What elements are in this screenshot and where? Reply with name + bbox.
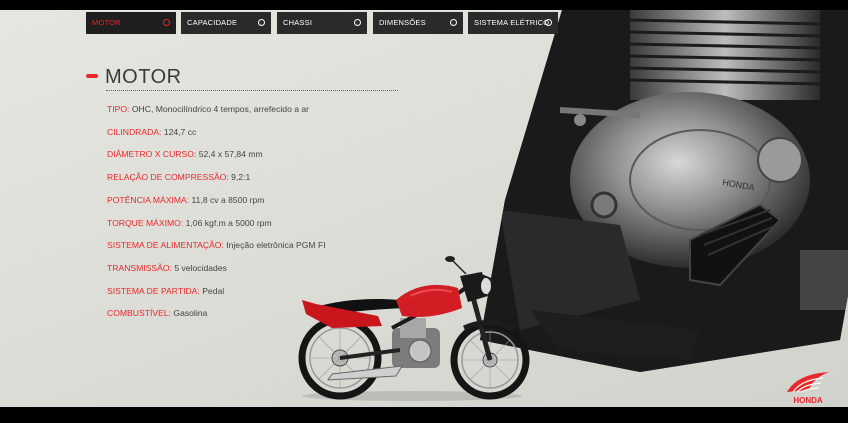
spec-label: TIPO:	[107, 104, 130, 114]
honda-logo: HONDA	[787, 372, 829, 405]
spec-row-diametro-curso: DIÂMETRO X CURSO: 52,4 x 57,84 mm	[107, 149, 263, 159]
spec-value: OHC, Monocilíndrico 4 tempos, arrefecido…	[131, 104, 310, 114]
spec-row-partida: SISTEMA DE PARTIDA: Pedal	[107, 286, 224, 296]
spec-label: POTÊNCIA MÁXIMA:	[107, 195, 190, 205]
tab-label: CHASSI	[283, 18, 313, 27]
radio-dot-icon	[354, 19, 361, 26]
spec-value: 9,2:1	[231, 172, 251, 182]
radio-dot-icon	[450, 19, 457, 26]
spec-value: 11,8 cv a 8500 rpm	[191, 195, 265, 205]
page: HONDA MOTOR CAPACIDADE CHASSI DIMENSÕES …	[0, 0, 848, 423]
spec-label: SISTEMA DE PARTIDA:	[107, 286, 200, 296]
spec-row-combustivel: COMBUSTÍVEL: Gasolina	[107, 308, 207, 318]
motorcycle-image	[298, 256, 530, 401]
spec-label: TRANSMISSÃO:	[107, 263, 172, 273]
spec-label: RELAÇÃO DE COMPRESSÃO:	[107, 172, 229, 182]
tab-label: MOTOR	[92, 18, 121, 27]
spec-label: CILINDRADA:	[107, 127, 162, 137]
tab-chassi[interactable]: CHASSI	[277, 12, 367, 34]
title-divider	[106, 90, 398, 91]
spec-label: DIÂMETRO X CURSO:	[107, 149, 197, 159]
spec-row-torque: TORQUE MÁXIMO: 1,06 kgf.m a 5000 rpm	[107, 218, 272, 228]
spec-value: Gasolina	[173, 308, 208, 318]
spec-value: Injeção eletrônica PGM FI	[226, 240, 326, 250]
section-accent-dash	[86, 74, 98, 78]
spec-row-cilindrada: CILINDRADA: 124,7 cc	[107, 127, 196, 137]
tab-label: DIMENSÕES	[379, 18, 426, 27]
tab-motor[interactable]: MOTOR	[86, 12, 176, 34]
spec-value: 1,06 kgf.m a 5000 rpm	[185, 218, 272, 228]
spec-value: Pedal	[202, 286, 225, 296]
spec-row-alimentacao: SISTEMA DE ALIMENTAÇÃO: Injeção eletrôni…	[107, 240, 326, 250]
spec-value: 5 velocidades	[174, 263, 227, 273]
logo-wordmark: HONDA	[793, 396, 823, 405]
tab-label: CAPACIDADE	[187, 18, 238, 27]
spec-label: COMBUSTÍVEL:	[107, 308, 171, 318]
spec-value: 124,7 cc	[163, 127, 197, 137]
tab-sistema-eletrico[interactable]: SISTEMA ELÉTRICO	[468, 12, 558, 34]
spec-label: SISTEMA DE ALIMENTAÇÃO:	[107, 240, 224, 250]
radio-dot-icon	[258, 19, 265, 26]
spec-row-tipo: TIPO: OHC, Monocilíndrico 4 tempos, arre…	[107, 104, 309, 114]
spec-row-compressao: RELAÇÃO DE COMPRESSÃO: 9,2:1	[107, 172, 250, 182]
content-panel: HONDA MOTOR CAPACIDADE CHASSI DIMENSÕES …	[0, 10, 848, 407]
tab-capacidade[interactable]: CAPACIDADE	[181, 12, 271, 34]
spec-label: TORQUE MÁXIMO:	[107, 218, 184, 228]
spec-row-transmissao: TRANSMISSÃO: 5 velocidades	[107, 263, 227, 273]
radio-dot-icon	[545, 19, 552, 26]
radio-dot-icon	[163, 19, 170, 26]
cylinder-fins	[629, 10, 821, 100]
tab-dimensoes[interactable]: DIMENSÕES	[373, 12, 463, 34]
spec-row-potencia: POTÊNCIA MÁXIMA: 11,8 cv a 8500 rpm	[107, 195, 264, 205]
section-title: MOTOR	[105, 66, 182, 88]
spec-value: 52,4 x 57,84 mm	[198, 149, 263, 159]
tab-label: SISTEMA ELÉTRICO	[474, 18, 550, 27]
